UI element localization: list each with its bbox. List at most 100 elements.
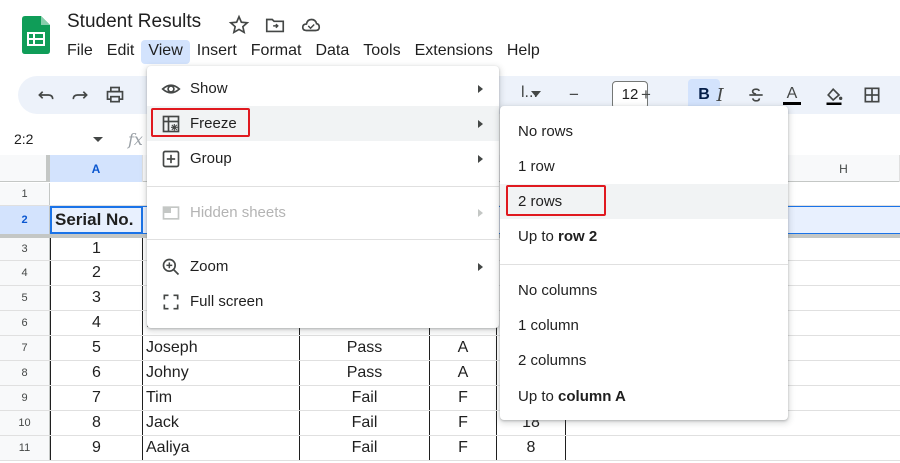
text-color-label: A: [786, 84, 798, 102]
column-header-a[interactable]: A: [50, 155, 143, 182]
up-to-row-value: row 2: [558, 228, 598, 245]
cell-serial[interactable]: 6: [50, 361, 143, 385]
cell-grade[interactable]: A: [430, 336, 497, 360]
cell-serial[interactable]: 7: [50, 386, 143, 410]
menu-item-1-column-label: 1 column: [518, 317, 579, 334]
row-header[interactable]: 10: [0, 411, 50, 435]
cell-name[interactable]: Joseph: [143, 336, 300, 360]
sheets-logo-icon[interactable]: [22, 16, 50, 54]
menu-data[interactable]: Data: [308, 40, 356, 64]
header-cell-serial[interactable]: Serial No.: [50, 206, 143, 234]
cell-serial[interactable]: 3: [50, 286, 143, 310]
submenu-arrow-icon: [478, 154, 483, 163]
document-title[interactable]: Student Results: [67, 11, 201, 33]
hidden-sheet-icon: [161, 203, 181, 223]
cell-serial[interactable]: 1: [50, 238, 143, 260]
text-color-swatch: [783, 101, 801, 105]
menu-insert[interactable]: Insert: [190, 40, 244, 64]
row-header[interactable]: 9: [0, 386, 50, 410]
row-header[interactable]: 3: [0, 238, 50, 260]
row-header[interactable]: 5: [0, 286, 50, 310]
row-header[interactable]: 1: [0, 183, 50, 205]
cell-name[interactable]: Tim: [143, 386, 300, 410]
menu-item-full-screen-label: Full screen: [190, 293, 264, 310]
cell-score[interactable]: 8: [497, 436, 566, 460]
star-icon[interactable]: [228, 14, 250, 36]
cell-serial[interactable]: 8: [50, 411, 143, 435]
column-header-h[interactable]: H: [788, 155, 900, 182]
menu-item-no-rows[interactable]: No rows: [500, 114, 788, 149]
menu-item-show-label: Show: [190, 80, 228, 97]
cell-grade[interactable]: F: [430, 436, 497, 460]
row-header[interactable]: 8: [0, 361, 50, 385]
menu-item-no-columns[interactable]: No columns: [500, 273, 788, 308]
strikethrough-icon[interactable]: [744, 83, 768, 107]
full-screen-icon: [161, 292, 181, 312]
zoom-icon: [161, 257, 181, 277]
menu-item-hidden-sheets[interactable]: Hidden sheets: [147, 195, 499, 230]
cell-name[interactable]: Johny: [143, 361, 300, 385]
menu-view[interactable]: View: [141, 40, 190, 64]
row-header[interactable]: 7: [0, 336, 50, 360]
row-header[interactable]: 11: [0, 436, 50, 460]
eye-icon: [161, 79, 181, 99]
menu-item-1-row[interactable]: 1 row: [500, 149, 788, 184]
cell-result[interactable]: Fail: [300, 386, 430, 410]
cell-grade[interactable]: F: [430, 386, 497, 410]
text-color-button[interactable]: A: [780, 83, 804, 107]
menu-item-up-to-row[interactable]: Up to row 2: [500, 219, 788, 254]
menu-item-show[interactable]: Show: [147, 71, 499, 106]
redo-icon[interactable]: [68, 83, 92, 107]
row-header[interactable]: 6: [0, 311, 50, 335]
menu-item-hidden-sheets-label: Hidden sheets: [190, 204, 286, 221]
cell-serial[interactable]: 2: [50, 261, 143, 285]
cell-grade[interactable]: A: [430, 361, 497, 385]
increase-font-size-icon[interactable]: +: [634, 83, 658, 107]
borders-icon[interactable]: [860, 83, 884, 107]
fx-icon: fx: [128, 130, 143, 149]
menu-item-zoom[interactable]: Zoom: [147, 249, 499, 284]
cell-name[interactable]: Jack: [143, 411, 300, 435]
two-rows-highlight-box: [506, 185, 606, 216]
cell-result[interactable]: Pass: [300, 361, 430, 385]
menu-item-no-columns-label: No columns: [518, 282, 598, 299]
undo-icon[interactable]: [34, 83, 58, 107]
menu-item-up-to-column[interactable]: Up to column A: [500, 379, 788, 414]
cell-serial[interactable]: 9: [50, 436, 143, 460]
font-family-dropdown-icon[interactable]: [531, 91, 541, 97]
cell-grade[interactable]: F: [430, 411, 497, 435]
menu-item-1-column[interactable]: 1 column: [500, 308, 788, 343]
name-box-dropdown-icon[interactable]: [93, 137, 103, 142]
row-header[interactable]: 4: [0, 261, 50, 285]
group-plus-icon: [161, 149, 181, 169]
freeze-highlight-box: [151, 108, 250, 137]
cell-serial[interactable]: 5: [50, 336, 143, 360]
cell-result[interactable]: Pass: [300, 336, 430, 360]
cell-result[interactable]: Fail: [300, 411, 430, 435]
decrease-font-size-icon[interactable]: −: [562, 83, 586, 107]
menu-edit[interactable]: Edit: [100, 40, 142, 64]
cell-serial[interactable]: 4: [50, 311, 143, 335]
name-box[interactable]: 2:2: [14, 131, 33, 147]
menu-format[interactable]: Format: [244, 40, 309, 64]
menu-item-full-screen[interactable]: Full screen: [147, 284, 499, 319]
select-all-corner[interactable]: [0, 155, 50, 182]
italic-button[interactable]: I: [708, 83, 732, 107]
cloud-saved-icon[interactable]: [300, 14, 322, 36]
submenu-arrow-icon: [478, 84, 483, 93]
menu-item-group-label: Group: [190, 150, 232, 167]
menu-extensions[interactable]: Extensions: [408, 40, 500, 64]
cell-name[interactable]: Aaliya: [143, 436, 300, 460]
cell-result[interactable]: Fail: [300, 436, 430, 460]
menu-item-2-columns[interactable]: 2 columns: [500, 343, 788, 378]
menu-divider: [147, 186, 499, 187]
menu-tools[interactable]: Tools: [356, 40, 407, 64]
menu-item-group[interactable]: Group: [147, 141, 499, 176]
row-header[interactable]: 2: [0, 206, 50, 234]
menu-file[interactable]: File: [60, 40, 100, 64]
print-icon[interactable]: [103, 83, 127, 107]
menu-help[interactable]: Help: [500, 40, 547, 64]
fill-color-icon[interactable]: [822, 83, 846, 107]
menu-item-1-row-label: 1 row: [518, 158, 555, 175]
move-folder-icon[interactable]: [264, 14, 286, 36]
